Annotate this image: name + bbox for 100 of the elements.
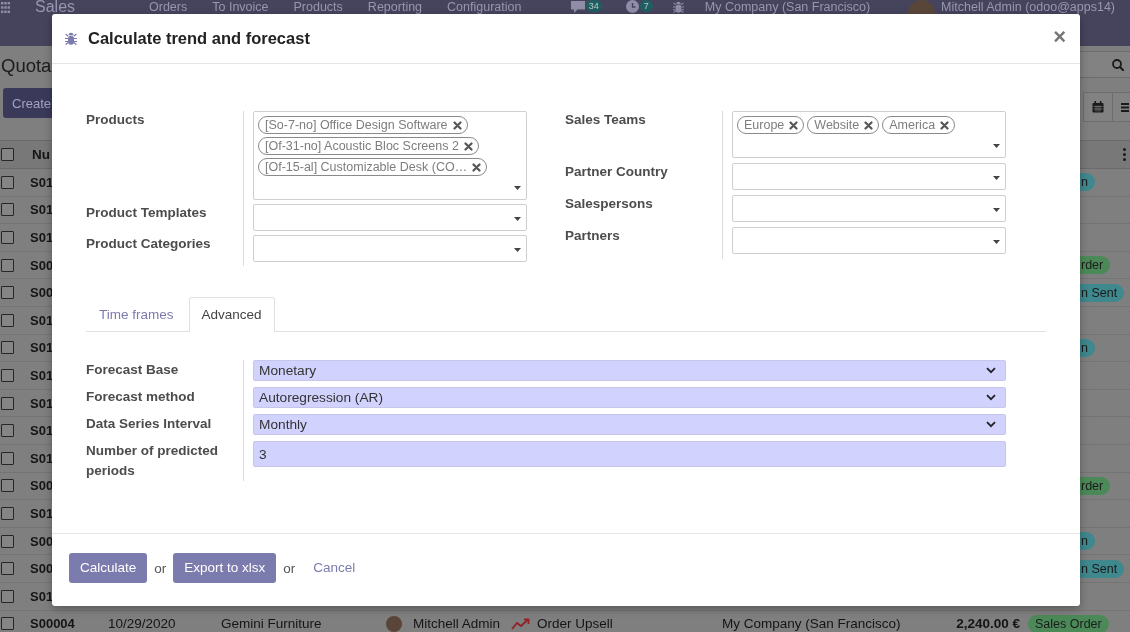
checkbox[interactable] (1, 148, 14, 161)
tags-field[interactable]: [So-7-no] Office Design Software [Of-31-no] Acoustic Bloc Screens 2 [Of-15-al] Customizable Desk (CO… (253, 111, 527, 200)
chat-icon[interactable] (570, 1, 585, 13)
close-icon[interactable] (463, 141, 473, 151)
field-label: Sales Teams (565, 111, 647, 129)
field-label: Product Categories (86, 235, 212, 253)
app-title: Sales (35, 0, 76, 14)
checkbox[interactable] (1, 396, 14, 410)
order-number: S01 (30, 230, 54, 245)
order-number: S00 (30, 533, 54, 549)
checkbox[interactable] (1, 506, 14, 520)
checkbox[interactable] (1, 341, 14, 355)
checkbox[interactable] (1, 368, 14, 382)
field-label: Partner Country (565, 163, 669, 181)
bug-icon (65, 32, 77, 45)
field-label: Partners (565, 227, 621, 245)
menu-item[interactable]: Orders (149, 0, 188, 14)
apps-grid-icon[interactable] (1, 2, 10, 13)
menu-item[interactable]: To Invoice (212, 0, 269, 14)
checkbox[interactable] (1, 534, 14, 548)
status-badge: Sales Order (1028, 614, 1109, 632)
page-title: Quota (1, 55, 52, 77)
checkbox[interactable] (1, 479, 14, 493)
tab[interactable]: Advanced (188, 297, 275, 332)
field-label: Salespersons (565, 195, 654, 213)
order-number: S01 (30, 423, 54, 439)
list-view-icon (1121, 101, 1129, 113)
close-icon[interactable] (452, 120, 462, 130)
tab[interactable]: Time frames (86, 297, 187, 332)
close-icon[interactable] (472, 162, 482, 172)
checkbox[interactable] (1, 231, 14, 244)
customer-name: Gemini Furniture (221, 616, 322, 632)
checkbox[interactable] (1, 175, 14, 189)
checkbox[interactable] (1, 617, 14, 631)
checkbox[interactable] (1, 203, 14, 217)
column-header[interactable]: Nu (32, 147, 50, 162)
order-number: S01 (30, 340, 54, 356)
user-menu[interactable]: Mitchell Admin (odoo@apps14) (941, 0, 1115, 14)
action-button[interactable]: Export to xlsx (173, 553, 277, 583)
clock-icon[interactable] (625, 0, 639, 13)
order-total: 2,240.00 € (956, 616, 1020, 632)
select-field[interactable]: Monthly (253, 414, 1006, 435)
order-number: S01 (30, 367, 54, 383)
caret-icon (514, 247, 521, 252)
company-name: My Company (San Francisco) (722, 616, 901, 632)
dialog-title: Calculate trend and forecast (88, 29, 310, 48)
dropdown-field[interactable] (732, 163, 1006, 190)
select-field[interactable]: Autoregression (AR) (253, 387, 1006, 408)
action-button[interactable]: Calculate (69, 553, 148, 583)
order-number: S01 (30, 450, 54, 466)
close-icon[interactable] (789, 120, 799, 130)
order-number: S00004 (30, 616, 75, 632)
bug-icon[interactable] (672, 1, 684, 13)
order-number: S00 (30, 285, 54, 301)
order-number: S01 (30, 395, 54, 411)
close-button[interactable]: × (1053, 25, 1066, 48)
separator-text: or (154, 560, 167, 576)
chevron-down-icon (986, 394, 996, 401)
close-icon[interactable] (864, 120, 874, 130)
avatar-placeholder (386, 615, 402, 632)
calendar-view-button[interactable] (1083, 92, 1113, 122)
order-number: S00 (30, 257, 54, 273)
search-icon[interactable] (1112, 58, 1124, 71)
close-icon[interactable] (940, 120, 950, 130)
checkbox[interactable] (1, 589, 14, 603)
dropdown-field[interactable] (732, 195, 1006, 222)
field-label: Forecast Base (86, 361, 180, 379)
number-input[interactable]: 3 (253, 441, 1006, 467)
chevron-down-icon (986, 421, 996, 428)
order-number: S01 (30, 312, 54, 328)
list-view-button[interactable] (1113, 92, 1130, 122)
menu-item[interactable]: Products (293, 0, 343, 14)
count-badge: 34 (585, 0, 602, 12)
checkbox[interactable] (1, 258, 14, 272)
order-number: S01 (30, 202, 54, 218)
trend-chart-icon (511, 617, 531, 630)
count-badge: 7 (639, 0, 653, 12)
checkbox[interactable] (1, 562, 14, 576)
checkbox[interactable] (1, 286, 14, 300)
dropdown-field[interactable] (732, 227, 1006, 254)
field-label: Data Series Interval (86, 415, 213, 433)
checkbox[interactable] (1, 424, 14, 438)
kebab-menu-icon[interactable] (1123, 148, 1126, 161)
menu-item[interactable]: Reporting (367, 0, 423, 14)
select-field[interactable]: Monetary (253, 360, 1006, 381)
cancel-link[interactable]: Cancel (302, 553, 367, 583)
caret-icon (514, 186, 521, 190)
order-number: S00 (30, 478, 54, 494)
dropdown-field[interactable] (253, 204, 527, 231)
checkbox[interactable] (1, 451, 14, 465)
dropdown-field[interactable] (253, 235, 527, 262)
separator-text: or (283, 560, 296, 576)
checkbox[interactable] (1, 313, 14, 327)
company-switcher[interactable]: My Company (San Francisco) (704, 0, 871, 14)
field-label: Number of predicted periods (86, 442, 219, 480)
chevron-down-icon (986, 367, 996, 374)
salesperson-name: Mitchell Admin (413, 616, 501, 632)
tags-field[interactable]: Europe Website America (732, 111, 1006, 158)
menu-item[interactable]: Configuration (447, 0, 522, 14)
order-number: S01 (30, 588, 54, 604)
